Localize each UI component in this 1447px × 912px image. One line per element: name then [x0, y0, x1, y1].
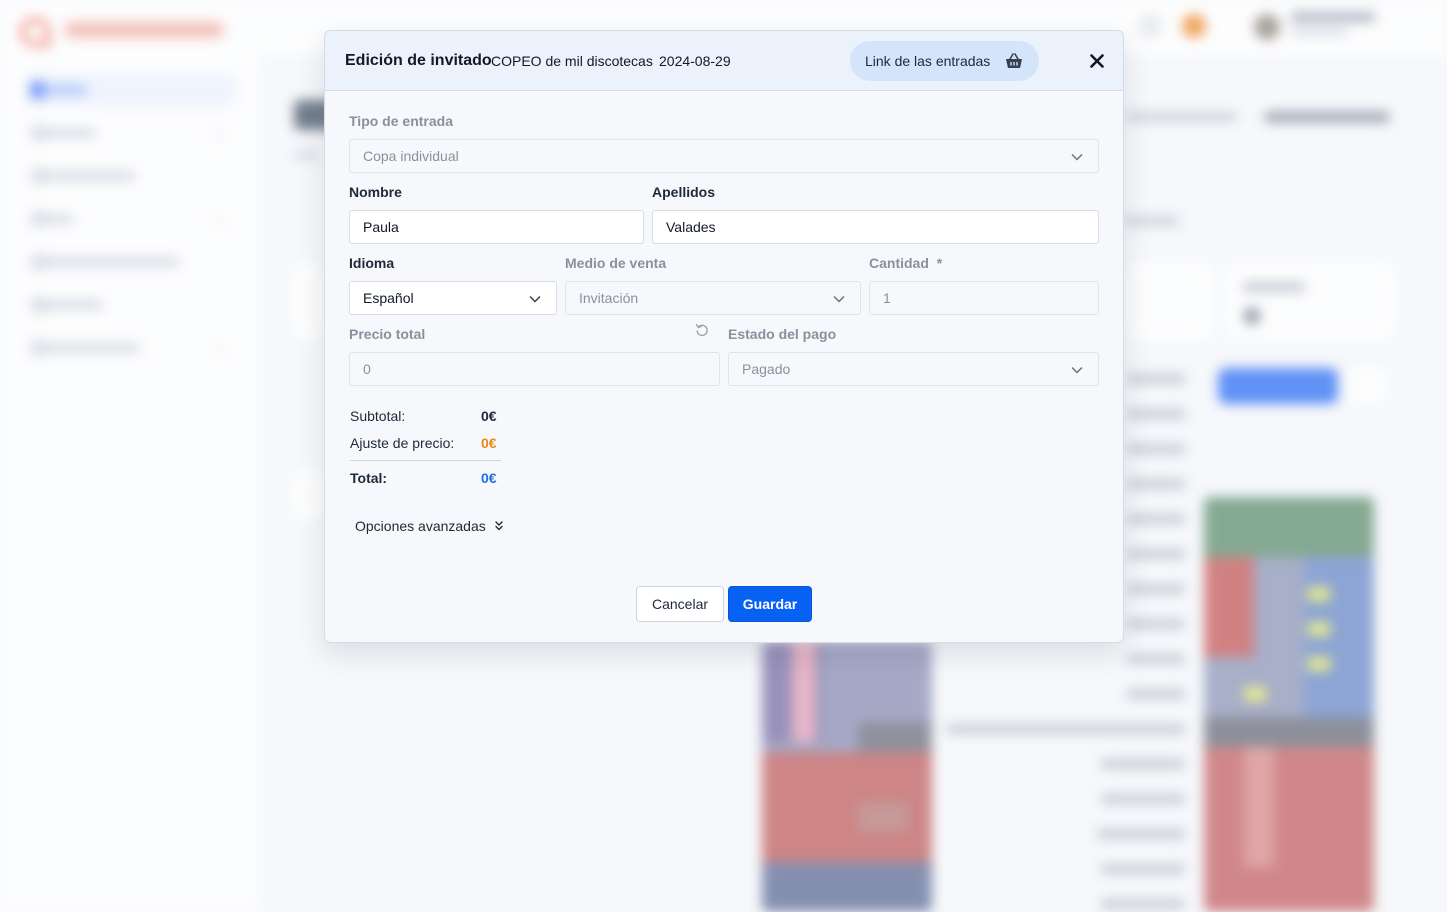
payment-status-value: Pagado [742, 361, 791, 377]
background-nav-item [24, 331, 236, 365]
total-label: Total: [350, 470, 388, 486]
chevron-down-icon [529, 295, 541, 303]
chevron-down-icon [1071, 153, 1083, 161]
quantity-value: 1 [883, 290, 891, 306]
close-icon [1090, 54, 1104, 68]
quantity-label-text: Cantidad [869, 255, 929, 271]
last-name-field[interactable]: Valades [652, 210, 1099, 244]
ticket-type-value: Copa individual [363, 148, 459, 164]
adjustment-value: 0€ [481, 435, 497, 451]
total-price-field[interactable]: 0 [349, 352, 720, 386]
ticket-type-label: Tipo de entrada [349, 113, 453, 129]
basket-icon [1006, 53, 1022, 68]
chevron-down-icon [1071, 366, 1083, 374]
language-label: Idioma [349, 255, 395, 271]
cancel-button[interactable]: Cancelar [636, 586, 724, 622]
last-name-label: Apellidos [652, 184, 716, 200]
background-nav-item [24, 202, 236, 236]
adjustment-label: Ajuste de precio: [350, 435, 455, 451]
advanced-options-toggle[interactable]: Opciones avanzadas [355, 518, 504, 534]
first-name-label: Nombre [349, 184, 402, 200]
quantity-label: Cantidad * [869, 255, 942, 271]
background-photo [1204, 497, 1374, 912]
event-date: 2024-08-29 [659, 53, 731, 69]
modal-header: Edición de invitado COPEO de mil discote… [325, 31, 1123, 91]
reset-icon[interactable] [695, 323, 709, 337]
total-price-value: 0 [363, 361, 371, 377]
language-value: Español [363, 290, 414, 306]
total-value: 0€ [481, 470, 497, 486]
summary-divider [350, 460, 501, 461]
background-nav-item [24, 159, 236, 193]
sales-channel-label: Medio de venta [565, 255, 667, 271]
payment-status-label: Estado del pago [728, 326, 837, 342]
ticket-link-button[interactable]: Link de las entradas [850, 41, 1039, 81]
chevron-down-icon [833, 295, 845, 303]
brand-logo [20, 14, 225, 48]
last-name-value: Valades [666, 219, 716, 235]
guest-edit-modal: Edición de invitado COPEO de mil discote… [324, 30, 1124, 643]
advanced-options-label: Opciones avanzadas [355, 518, 486, 534]
background-photo [762, 642, 932, 912]
subtotal-label: Subtotal: [350, 408, 406, 424]
first-name-value: Paula [363, 219, 399, 235]
ticket-type-select[interactable]: Copa individual [349, 139, 1099, 173]
background-nav-item [24, 288, 236, 322]
background-nav-item [24, 245, 236, 279]
ticket-link-label: Link de las entradas [865, 53, 991, 69]
sales-channel-select[interactable]: Invitación [565, 281, 861, 315]
language-select[interactable]: Español [349, 281, 557, 315]
total-price-label: Precio total [349, 326, 426, 342]
quantity-field[interactable]: 1 [869, 281, 1099, 315]
event-name: COPEO de mil discotecas [491, 53, 653, 69]
background-nav-item [24, 73, 236, 107]
modal-title: Edición de invitado [345, 52, 492, 69]
required-mark: * [936, 255, 943, 271]
sales-channel-value: Invitación [579, 290, 639, 306]
close-button[interactable] [1087, 51, 1107, 71]
background-sidebar [0, 0, 258, 912]
save-button[interactable]: Guardar [728, 586, 812, 622]
double-chevron-down-icon [495, 521, 503, 531]
payment-status-select[interactable]: Pagado [728, 352, 1099, 386]
first-name-field[interactable]: Paula [349, 210, 644, 244]
background-nav-item [24, 116, 236, 150]
subtotal-value: 0€ [481, 408, 497, 424]
